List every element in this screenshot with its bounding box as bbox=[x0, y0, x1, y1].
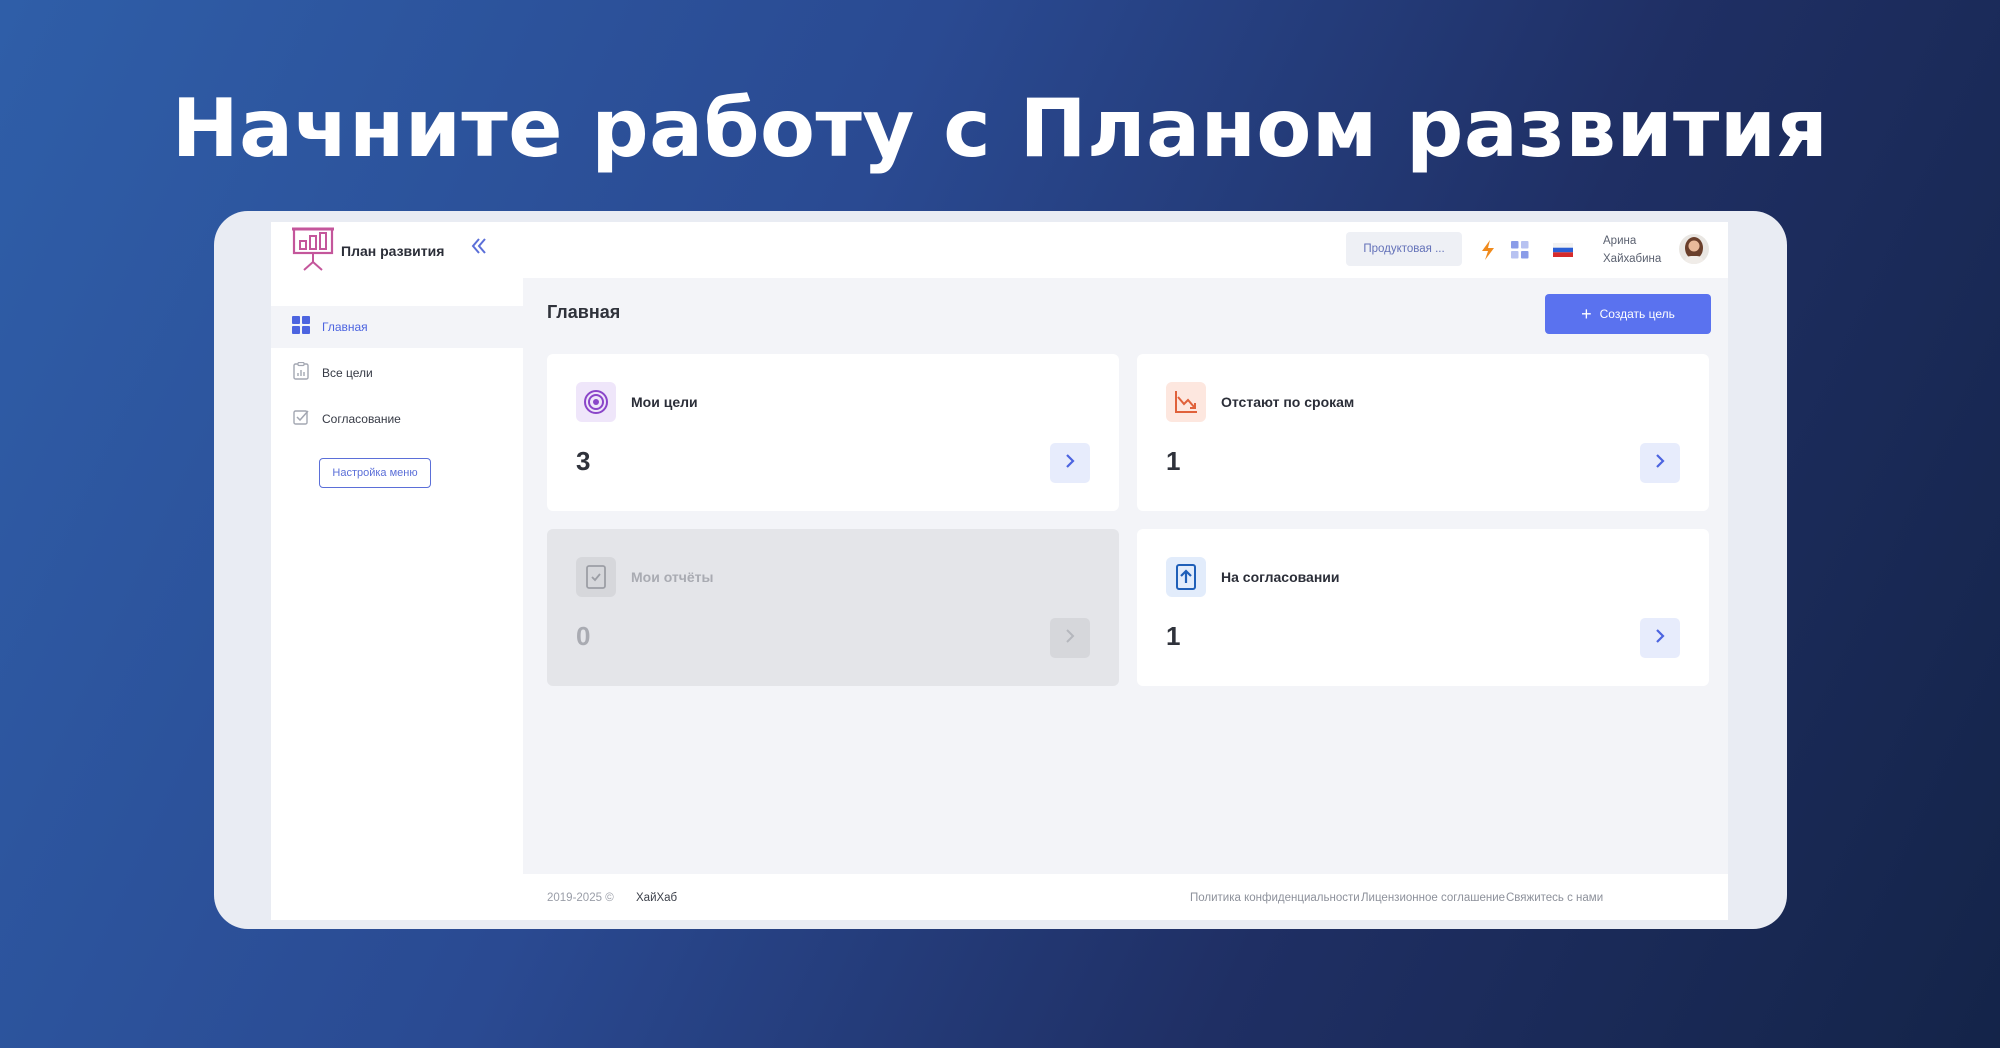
sidebar-item-label: Главная bbox=[322, 320, 368, 334]
presentation-board-icon bbox=[291, 226, 335, 277]
privacy-policy-link[interactable]: Политика конфиденциальности bbox=[1190, 892, 1360, 904]
footer: 2019-2025 © ХайХаб Политика конфиденциал… bbox=[523, 874, 1728, 920]
card-title: Мои отчёты bbox=[631, 569, 714, 585]
card-count: 0 bbox=[576, 621, 591, 651]
chevrons-left-icon bbox=[469, 236, 489, 261]
apps-grid-icon[interactable] bbox=[1510, 240, 1530, 260]
lightning-icon[interactable] bbox=[1478, 240, 1498, 260]
sidebar-item-home[interactable]: Главная bbox=[271, 306, 523, 348]
user-last-name: Хайхабина bbox=[1603, 253, 1662, 265]
upload-doc-icon bbox=[1166, 557, 1206, 597]
sidebar-item-approval[interactable]: Согласование bbox=[271, 398, 523, 440]
contact-us-link[interactable]: Свяжитесь с нами bbox=[1506, 892, 1603, 904]
report-icon bbox=[576, 557, 616, 597]
card-on-approval[interactable]: На согласовании 1 bbox=[1137, 529, 1709, 686]
top-bar: Продуктовая ... Арина Хайхабина bbox=[523, 222, 1728, 278]
collapse-sidebar-button[interactable] bbox=[467, 236, 491, 260]
checkbox-icon bbox=[292, 408, 310, 431]
chevron-right-icon bbox=[1654, 453, 1666, 473]
copyright: 2019-2025 © bbox=[547, 892, 614, 904]
company-name: ХайХаб bbox=[636, 892, 678, 904]
grid-icon bbox=[292, 315, 310, 339]
create-goal-button[interactable]: + Создать цель bbox=[1545, 294, 1711, 334]
page-title: Главная bbox=[547, 302, 621, 322]
open-on-approval-button[interactable] bbox=[1640, 618, 1680, 658]
open-my-goals-button[interactable] bbox=[1050, 443, 1090, 483]
user-first-name: Арина bbox=[1603, 235, 1637, 247]
sidebar-item-all-goals[interactable]: Все цели bbox=[271, 352, 523, 394]
app-window: План развития Главная Все цели Согласова… bbox=[271, 222, 1728, 920]
user-name[interactable]: Арина Хайхабина bbox=[1603, 232, 1661, 268]
organization-selector[interactable]: Продуктовая ... bbox=[1346, 232, 1462, 266]
card-title: На согласовании bbox=[1221, 569, 1340, 585]
card-overdue[interactable]: Отстают по срокам 1 bbox=[1137, 354, 1709, 511]
target-icon bbox=[576, 382, 616, 422]
card-my-goals[interactable]: Мои цели 3 bbox=[547, 354, 1119, 511]
plus-icon: + bbox=[1581, 304, 1592, 324]
chevron-right-icon bbox=[1654, 628, 1666, 648]
create-goal-label: Создать цель bbox=[1599, 307, 1675, 321]
open-overdue-button[interactable] bbox=[1640, 443, 1680, 483]
menu-settings-button[interactable]: Настройка меню bbox=[319, 458, 431, 488]
card-count: 1 bbox=[1166, 621, 1181, 651]
brand-label: План развития bbox=[341, 243, 445, 259]
sidebar-item-label: Согласование bbox=[322, 412, 401, 426]
avatar[interactable] bbox=[1679, 234, 1709, 264]
card-title: Отстают по срокам bbox=[1221, 394, 1355, 410]
open-my-reports-button bbox=[1050, 618, 1090, 658]
sidebar: План развития Главная Все цели Согласова… bbox=[271, 222, 523, 920]
trend-down-icon bbox=[1166, 382, 1206, 422]
license-agreement-link[interactable]: Лицензионное соглашение bbox=[1361, 892, 1505, 904]
sidebar-nav: Главная Все цели Согласование bbox=[271, 306, 523, 444]
brand[interactable]: План развития bbox=[291, 226, 444, 276]
card-title: Мои цели bbox=[631, 394, 698, 410]
card-count: 1 bbox=[1166, 446, 1181, 476]
card-count: 3 bbox=[576, 446, 591, 476]
chevron-right-icon bbox=[1064, 453, 1076, 473]
card-my-reports: Мои отчёты 0 bbox=[547, 529, 1119, 686]
russian-flag-icon[interactable] bbox=[1553, 240, 1573, 260]
sidebar-item-label: Все цели bbox=[322, 366, 373, 380]
hero-title: Начните работу с Планом развития bbox=[171, 82, 1829, 175]
clipboard-icon bbox=[292, 361, 310, 385]
chevron-right-icon bbox=[1064, 628, 1076, 648]
